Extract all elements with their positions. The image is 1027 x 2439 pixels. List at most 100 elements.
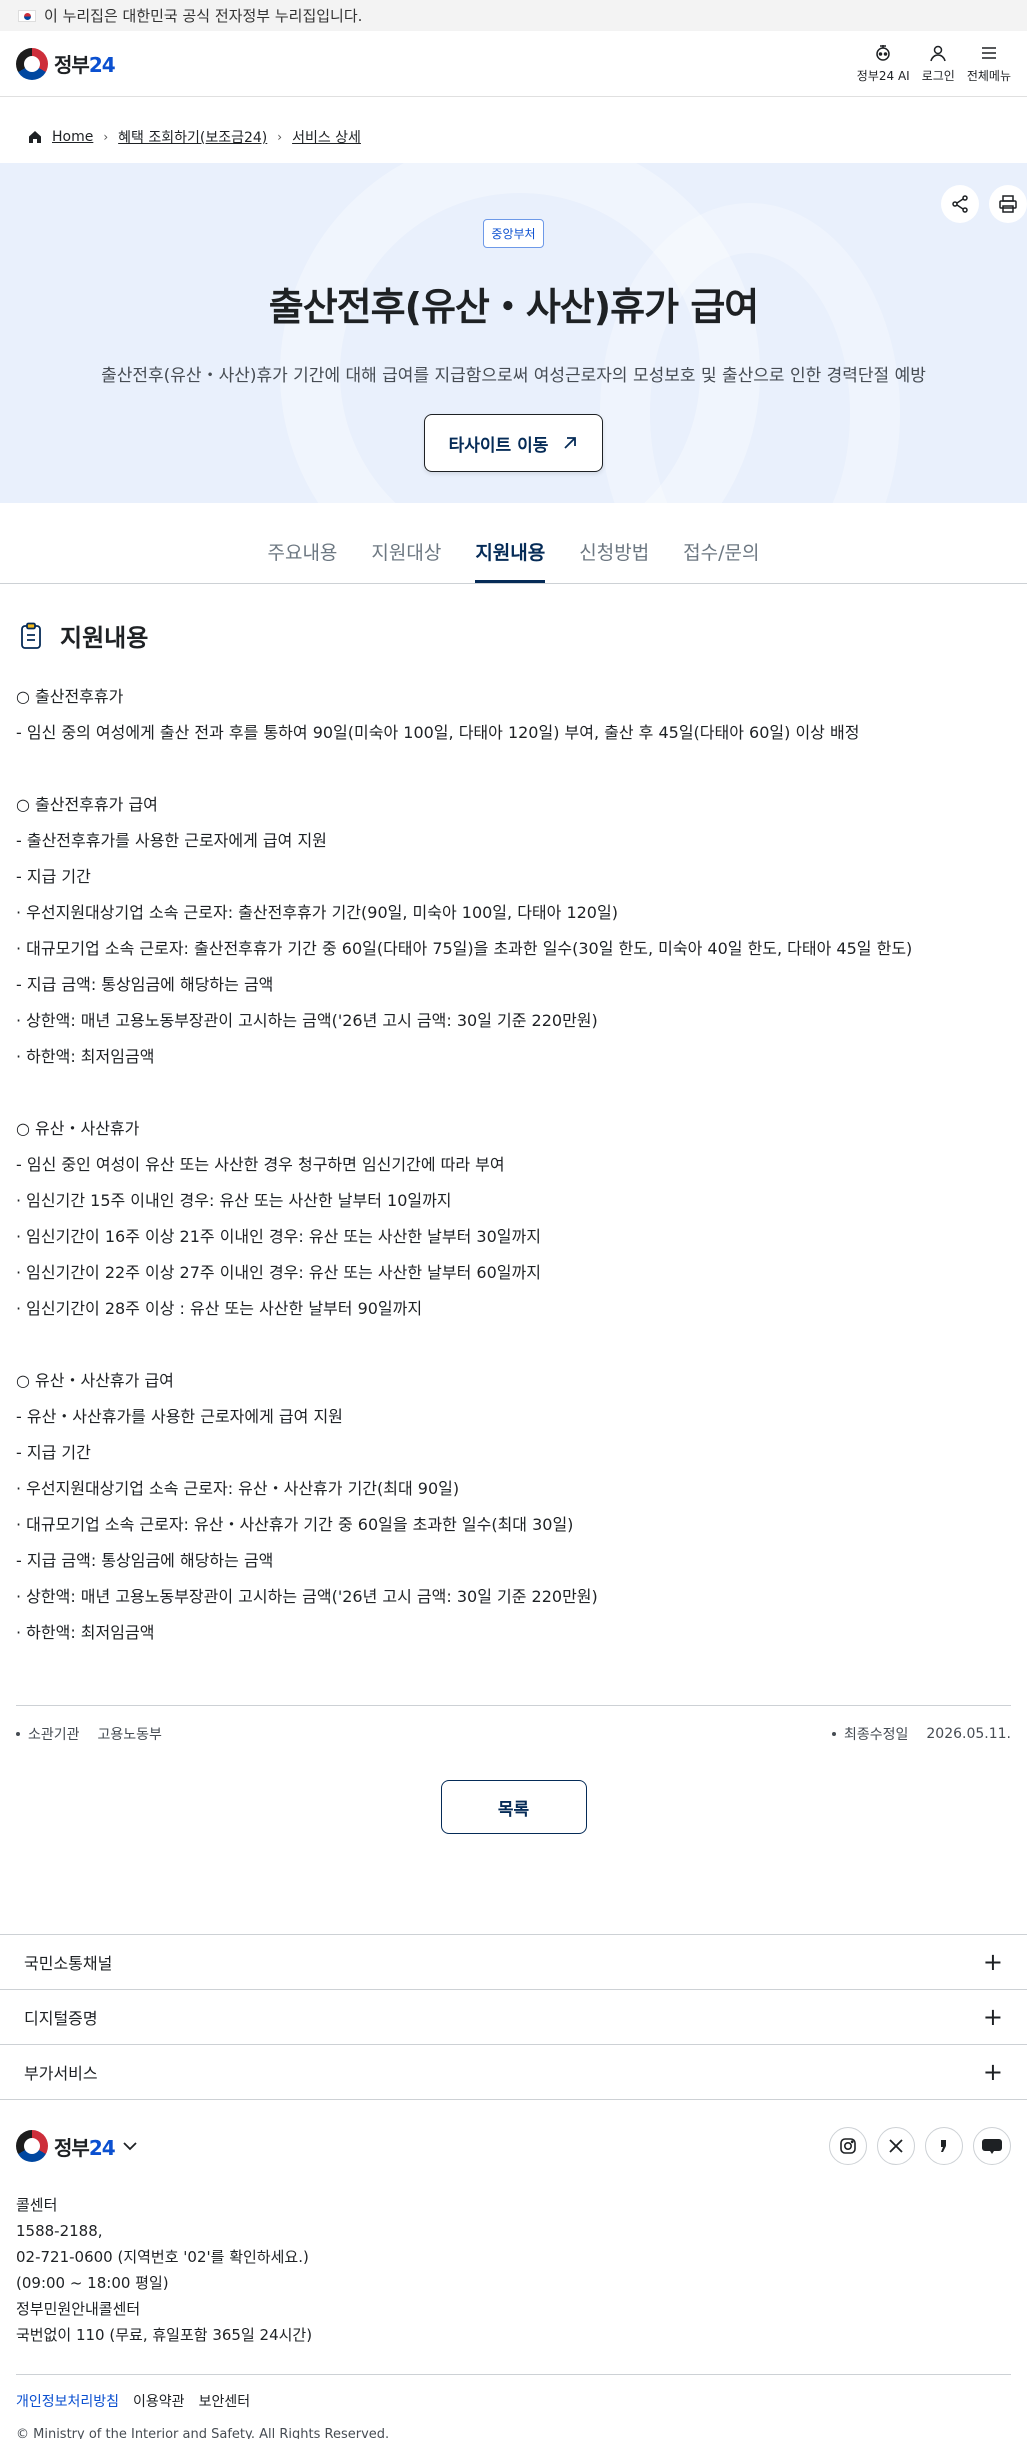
agency-type-badge: 중앙부처 bbox=[483, 219, 544, 248]
accordion-label: 부가서비스 bbox=[24, 2064, 98, 2083]
content-line: - 지급 금액: 통상임금에 해당하는 금액 bbox=[16, 1551, 274, 1570]
content-line bbox=[16, 1327, 1011, 1363]
chevron-right-icon: › bbox=[103, 130, 109, 144]
terms-link[interactable]: 이용약관 bbox=[133, 2391, 185, 2411]
content-line: - 지급 금액: 통상임금에 해당하는 금액 bbox=[16, 975, 274, 994]
breadcrumb-home[interactable]: Home bbox=[52, 129, 93, 145]
plus-icon: + bbox=[982, 1948, 1003, 1976]
blog-icon[interactable] bbox=[973, 2127, 1011, 2165]
callcenter-number: 1588-2188, bbox=[16, 2222, 103, 2240]
copyright: © Ministry of the Interior and Safety. A… bbox=[16, 2427, 390, 2439]
content-line: - 지급 기간 bbox=[16, 1443, 91, 1462]
civil-callcenter-number: 국번없이 110 (무료, 휴일포함 365일 24시간) bbox=[16, 2326, 313, 2344]
tab-support-content[interactable]: 지원내용 bbox=[475, 538, 546, 583]
content-line: - 임신 중인 여성이 유산 또는 사산한 경우 청구하면 임신기간에 따라 부… bbox=[16, 1155, 505, 1174]
content-body: ○ 출산전후휴가 - 임신 중의 여성에게 출산 전과 후를 통하여 90일(미숙… bbox=[16, 679, 1011, 1651]
site-footer: 정부24 콜센터 1588-2188, 02-721-0600 (지역번호 '0… bbox=[0, 2100, 1027, 2439]
content-line: · 상한액: 매년 고용노동부장관이 고시하는 금액('26년 고시 금액: 3… bbox=[16, 1587, 598, 1606]
content-line bbox=[16, 1075, 1011, 1111]
chevron-right-icon: › bbox=[277, 130, 283, 144]
external-site-button-label: 타사이트 이동 bbox=[448, 435, 549, 456]
arrow-up-right-icon bbox=[564, 437, 577, 449]
agency-label: 소관기관 bbox=[28, 1727, 80, 1743]
tab-eligibility[interactable]: 지원대상 bbox=[371, 538, 441, 583]
content-line: · 하한액: 최저임금액 bbox=[16, 1047, 155, 1066]
site-header: 정부24 정부24 AI 로그인 전체메뉴 bbox=[0, 31, 1027, 97]
content-line: - 출산전후휴가를 사용한 근로자에게 급여 지원 bbox=[16, 831, 327, 850]
section-title: 지원내용 bbox=[60, 624, 149, 652]
content-line: - 임신 중의 여성에게 출산 전과 후를 통하여 90일(미숙아 100일, … bbox=[16, 723, 860, 742]
share-button[interactable] bbox=[941, 185, 979, 223]
page-description: 출산전후(유산・사산)휴가 기간에 대해 급여를 지급함으로써 여성근로자의 모… bbox=[101, 366, 926, 386]
accordion-label: 디지털증명 bbox=[24, 2009, 98, 2028]
updated-label: 최종수정일 bbox=[843, 1727, 909, 1743]
ai-button-label: 정부24 AI bbox=[856, 69, 910, 83]
logo-text: 정부 bbox=[54, 53, 90, 77]
content-line: ○ 유산・사산휴가 bbox=[16, 1119, 140, 1138]
callcenter-hours: (09:00 ~ 18:00 평일) bbox=[16, 2274, 169, 2292]
print-icon bbox=[999, 195, 1017, 213]
clipboard-icon bbox=[21, 622, 41, 649]
plus-icon: + bbox=[982, 2058, 1003, 2086]
footer-logo-dropdown[interactable]: 정부24 bbox=[16, 2130, 139, 2162]
accordion-digital-certificate[interactable]: 디지털증명 + bbox=[0, 1990, 1027, 2045]
government-emblem-icon bbox=[16, 47, 48, 80]
content-line: - 유산・사산휴가를 사용한 근로자에게 급여 지원 bbox=[16, 1407, 343, 1426]
footer-logo-text: 정부 bbox=[54, 2135, 90, 2160]
menu-icon bbox=[981, 47, 996, 59]
content-line: · 상한액: 매년 고용노동부장관이 고시하는 금액('26년 고시 금액: 3… bbox=[16, 1011, 598, 1030]
updated-value: 2026.05.11. bbox=[926, 1726, 1011, 1742]
footer-accordions: 국민소통채널 + 디지털증명 + 부가서비스 + bbox=[0, 1934, 1027, 2100]
share-icon bbox=[952, 195, 968, 213]
home-icon bbox=[29, 131, 41, 143]
accordion-public-channels[interactable]: 국민소통채널 + bbox=[0, 1935, 1027, 1990]
content-line: · 임신기간이 22주 이상 27주 이내인 경우: 유산 또는 사산한 날부터… bbox=[16, 1263, 541, 1282]
civil-callcenter-title: 정부민원안내콜센터 bbox=[16, 2300, 141, 2318]
callcenter-number-2: 02-721-0600 (지역번호 '02'를 확인하세요.) bbox=[16, 2248, 309, 2266]
content-line: ○ 출산전후휴가 급여 bbox=[16, 795, 158, 814]
content-line: · 임신기간 15주 이내인 경우: 유산 또는 사산한 날부터 10일까지 bbox=[16, 1191, 452, 1210]
content-line bbox=[16, 751, 1011, 787]
korea-flag-icon bbox=[18, 9, 36, 22]
x-icon[interactable] bbox=[877, 2127, 915, 2165]
list-button[interactable]: 목록 bbox=[440, 1780, 587, 1834]
login-button-label: 로그인 bbox=[921, 69, 955, 83]
footer-links: 개인정보처리방침 이용약관 보안센터 bbox=[16, 2374, 1011, 2411]
tab-how-to-apply[interactable]: 신청방법 bbox=[579, 538, 649, 583]
content-line: - 지급 기간 bbox=[16, 867, 91, 886]
plus-icon: + bbox=[982, 2003, 1003, 2031]
security-center-link[interactable]: 보안센터 bbox=[199, 2391, 251, 2411]
contact-info: 콜센터 1588-2188, 02-721-0600 (지역번호 '02'를 확… bbox=[16, 2192, 1011, 2348]
content-line: · 임신기간이 28주 이상 : 유산 또는 사산한 날부터 90일까지 bbox=[16, 1299, 423, 1318]
accordion-label: 국민소통채널 bbox=[24, 1954, 113, 1973]
accordion-additional-services[interactable]: 부가서비스 + bbox=[0, 2045, 1027, 2100]
login-button[interactable]: 로그인 bbox=[922, 43, 955, 84]
support-content-section: 지원내용 ○ 출산전후휴가 - 임신 중의 여성에게 출산 전과 후를 통하여 9… bbox=[0, 618, 1027, 1834]
gov-banner: 이 누리집은 대한민국 공식 전자정부 누리집입니다. bbox=[0, 0, 1027, 31]
privacy-policy-link[interactable]: 개인정보처리방침 bbox=[16, 2391, 119, 2411]
tab-main-content[interactable]: 주요내용 bbox=[267, 538, 337, 583]
content-line: ○ 유산・사산휴가 급여 bbox=[16, 1371, 174, 1390]
agency-value: 고용노동부 bbox=[97, 1727, 162, 1743]
content-line: · 대규모기업 소속 근로자: 유산・사산휴가 기간 중 60일을 초과한 일수… bbox=[16, 1515, 574, 1534]
naver-post-icon[interactable] bbox=[925, 2127, 963, 2165]
ai-button[interactable]: 정부24 AI bbox=[857, 43, 910, 84]
print-button[interactable] bbox=[989, 185, 1027, 223]
breadcrumb: Home › 혜택 조회하기(보조금24) › 서비스 상세 bbox=[0, 111, 1027, 163]
site-logo[interactable]: 정부24 bbox=[16, 47, 116, 80]
content-tabs: 주요내용 지원대상 지원내용 신청방법 접수/문의 bbox=[0, 503, 1027, 584]
logo-number: 24 bbox=[88, 53, 116, 77]
callcenter-title: 콜센터 bbox=[16, 2196, 58, 2214]
external-site-button[interactable]: 타사이트 이동 bbox=[423, 414, 604, 472]
content-line: · 우선지원대상기업 소속 근로자: 유산・사산휴가 기간(최대 90일) bbox=[16, 1479, 460, 1498]
all-menu-button[interactable]: 전체메뉴 bbox=[967, 43, 1011, 84]
breadcrumb-level2[interactable]: 서비스 상세 bbox=[292, 127, 361, 147]
content-line: · 우선지원대상기업 소속 근로자: 출산전후휴가 기간(90일, 미숙아 10… bbox=[16, 903, 618, 922]
agency-info: 소관기관 고용노동부 bbox=[16, 1724, 162, 1744]
all-menu-button-label: 전체메뉴 bbox=[966, 69, 1011, 83]
hero-section: 중앙부처 출산전후(유산・사산)휴가 급여 출산전후(유산・사산)휴가 기간에 … bbox=[0, 163, 1027, 503]
instagram-icon[interactable] bbox=[829, 2127, 867, 2165]
breadcrumb-level1[interactable]: 혜택 조회하기(보조금24) bbox=[118, 127, 267, 147]
ai-bot-icon bbox=[876, 45, 890, 61]
tab-contact[interactable]: 접수/문의 bbox=[683, 538, 759, 583]
